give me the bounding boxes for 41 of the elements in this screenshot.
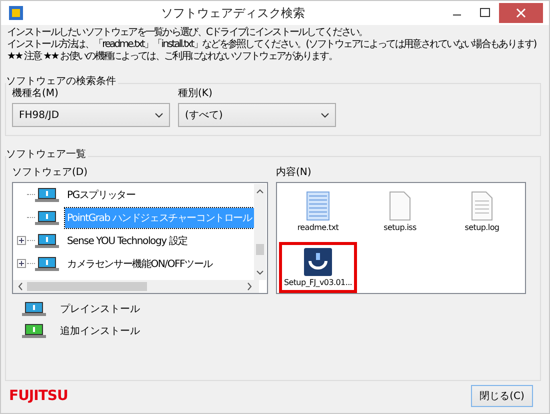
chevron-icon (321, 112, 329, 118)
field-label: 機種名(M) (12, 87, 60, 100)
tree-item[interactable]: カメラセンサー機能ON/OFFツール (65, 254, 214, 274)
chevron-icon (155, 112, 163, 118)
dropdown[interactable]: (すべて) (178, 103, 336, 127)
expand-icon[interactable] (17, 236, 26, 245)
tree-item[interactable]: Sense YOU Technology 設定 (65, 230, 190, 250)
expand-icon[interactable] (17, 259, 26, 268)
file-item[interactable]: setup.iss (361, 185, 439, 238)
logo: FUJITSU (9, 388, 68, 404)
instruction-text: ★★ 注意 ★★ お使いの機種によっては、ご利用になれないソフトウェアがあります。 (6, 51, 338, 63)
scrollbar[interactable] (254, 184, 266, 280)
file-item[interactable]: Setup_FJ_v03.01... (279, 242, 357, 293)
laptop-icon (22, 323, 46, 339)
file-item[interactable]: readme.txt (279, 185, 357, 238)
instruction-text: インストールしたいソフトウェアを一覧から選び、Cドライブにインストールしてください。 (6, 27, 368, 38)
document-icon (471, 191, 493, 221)
laptop-icon (22, 301, 46, 317)
legend-label: プレインストール (60, 302, 140, 316)
close-icon[interactable] (499, 3, 543, 23)
group-title: ソフトウェアの検索条件 (6, 74, 118, 88)
instruction-text: インストール方法は、「readme.txt」「install.txt」などを参照してください。(ソフトウェアによっては用意されていない場合もあります) (6, 39, 536, 50)
laptop-icon (35, 210, 59, 226)
legend-label: 追加インストール (60, 324, 140, 338)
window-title: ソフトウェアディスク検索 (160, 4, 306, 22)
horizontal-scrollbar[interactable] (13, 280, 259, 293)
content-label: 内容(N) (276, 166, 312, 179)
text-file-icon (306, 191, 330, 221)
field-label: 種別(K) (178, 87, 214, 100)
tree-label: ソフトウェア(D) (12, 166, 89, 179)
file-icon (389, 191, 411, 221)
file-item[interactable]: setup.log (443, 185, 521, 238)
close-button[interactable]: 閉じる(C) (471, 385, 533, 407)
laptop-icon (35, 186, 59, 202)
group-title: ソフトウェア一覧 (6, 147, 88, 161)
dropdown[interactable]: FH98/JD (12, 103, 170, 127)
app-icon (9, 6, 23, 20)
laptop-icon (35, 232, 59, 248)
app-icon (304, 248, 332, 276)
laptop-icon (35, 256, 59, 272)
tree-item[interactable]: PGスプリッター (65, 184, 138, 204)
